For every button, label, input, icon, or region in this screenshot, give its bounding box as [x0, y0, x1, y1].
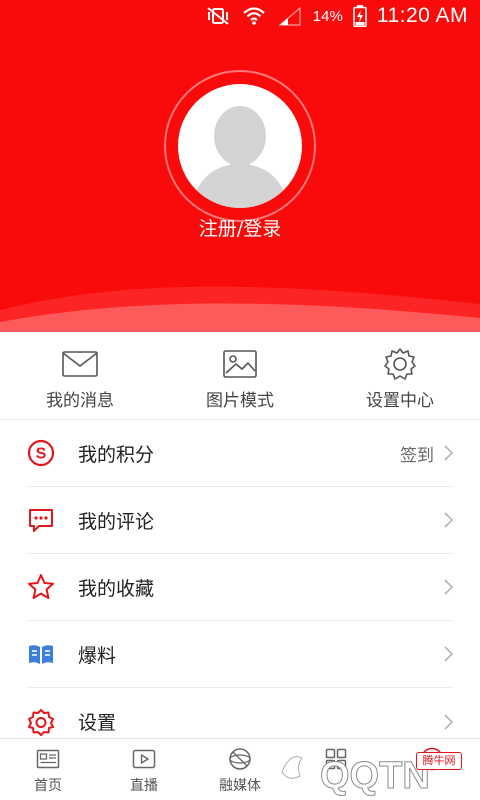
default-avatar-icon: [192, 106, 288, 208]
svg-text:S: S: [36, 446, 47, 463]
user-icon: [420, 747, 444, 771]
chevron-right-icon: [444, 713, 454, 730]
chevron-right-icon: [444, 579, 454, 595]
image-icon: [222, 348, 258, 380]
nav-item-home[interactable]: 首页: [0, 739, 96, 800]
nav-item-mine[interactable]: [384, 739, 480, 800]
quick-item-image-mode[interactable]: 图片模式: [160, 332, 320, 419]
news-icon: [36, 747, 60, 771]
wifi-icon: [241, 6, 267, 26]
globe-icon: [228, 747, 252, 771]
avatar[interactable]: [178, 84, 302, 208]
settings-icon: [26, 707, 56, 737]
nav-item-services[interactable]: [288, 739, 384, 800]
nav-item-label: 融媒体: [219, 778, 261, 794]
gear-icon: [383, 348, 417, 380]
grid-icon: [325, 747, 347, 771]
nav-item-label: 直播: [130, 778, 158, 794]
bottom-nav: 首页 直播 融媒体: [0, 738, 480, 800]
menu-item-label: 我的评论: [78, 510, 155, 533]
nav-item-media[interactable]: 融媒体: [192, 739, 288, 800]
quick-item-label: 图片模式: [206, 391, 274, 411]
check-in-link[interactable]: 签到: [400, 441, 434, 466]
clock-time: 11:20 AM: [376, 4, 468, 27]
play-icon: [132, 747, 156, 771]
vibrate-mute-icon: [205, 6, 231, 26]
menu-item-comments[interactable]: 我的评论: [26, 487, 454, 554]
status-bar: 14% 11:20 AM: [0, 0, 480, 32]
nav-item-live[interactable]: 直播: [96, 739, 192, 800]
menu-item-points[interactable]: S 我的积分 签到: [26, 420, 454, 487]
chevron-right-icon: [444, 646, 454, 662]
quick-item-label: 我的消息: [46, 391, 114, 411]
register-login-link[interactable]: 注册/登录: [0, 214, 480, 241]
header-wave: [0, 286, 480, 332]
battery-charging-icon: [353, 5, 367, 27]
nav-item-label: 首页: [34, 778, 62, 794]
menu-item-label: 爆料: [78, 644, 117, 667]
envelope-icon: [61, 348, 99, 380]
menu-item-label: 我的收藏: [78, 577, 155, 600]
chevron-right-icon: [444, 445, 454, 461]
battery-percent: 14%: [312, 7, 343, 25]
signal-icon: [277, 6, 303, 26]
points-s-icon: S: [26, 438, 56, 468]
chevron-right-icon: [444, 512, 454, 528]
star-icon: [26, 572, 56, 602]
menu-list: S 我的积分 签到 我的评论 我的收藏 爆料 设置: [0, 420, 480, 755]
menu-item-label: 设置: [78, 712, 117, 734]
quick-item-settings-center[interactable]: 设置中心: [320, 332, 480, 419]
menu-item-favorites[interactable]: 我的收藏: [26, 554, 454, 621]
book-icon: [26, 639, 56, 669]
comment-icon: [26, 505, 56, 535]
quick-item-messages[interactable]: 我的消息: [0, 332, 160, 419]
quick-actions: 我的消息 图片模式 设置中心: [0, 332, 480, 420]
quick-item-label: 设置中心: [366, 391, 434, 411]
avatar-ring[interactable]: [164, 70, 316, 222]
profile-header: 注册/登录: [0, 0, 480, 332]
menu-item-label: 我的积分: [78, 443, 155, 466]
menu-item-tips[interactable]: 爆料: [26, 621, 454, 688]
